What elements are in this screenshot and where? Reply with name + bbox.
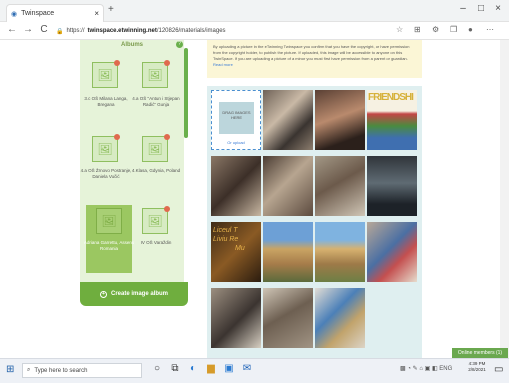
image-placeholder-icon: 🖼 <box>92 136 118 162</box>
favorite-star-icon[interactable]: ☆ <box>396 25 403 34</box>
album-caption: 4.a OŠ "Antun i Stjepan Radić" Gunja <box>132 96 180 107</box>
store-icon[interactable]: ▣ <box>222 363 236 374</box>
settings-icon[interactable]: ⚙ <box>432 25 439 34</box>
maximize-button[interactable]: □ <box>473 3 489 14</box>
taskbar-clock[interactable]: 4:39 PM 2/8/2021 <box>464 361 490 373</box>
address-input[interactable]: 🔒 https://twinspace.etwinning.net/120826… <box>56 25 356 37</box>
close-window-button[interactable]: × <box>490 3 506 14</box>
album-item[interactable]: 🖼 <box>96 208 122 234</box>
album-caption: Adriana Garrettu, Assens Romania <box>83 240 135 251</box>
gallery-photo[interactable] <box>263 222 313 282</box>
album-count-badge <box>114 60 120 66</box>
album-item[interactable]: 🖼 <box>92 136 118 162</box>
search-placeholder: Type here to search <box>34 367 88 374</box>
album-item[interactable]: 🖼 <box>142 136 168 162</box>
minimize-button[interactable]: – <box>455 3 471 14</box>
album-count-badge <box>164 60 170 66</box>
reload-button[interactable]: C <box>38 24 50 35</box>
gallery-photo[interactable] <box>315 90 365 150</box>
image-placeholder-icon: 🖼 <box>142 208 168 234</box>
plus-icon: + <box>99 290 107 298</box>
url-host: twinspace.etwinning.net <box>87 28 157 34</box>
forward-button[interactable]: → <box>22 24 34 35</box>
albums-title: Albums <box>120 42 143 48</box>
gallery-photo[interactable] <box>263 90 313 150</box>
tab-title: Twinspace <box>21 10 55 17</box>
image-placeholder-icon: 🖼 <box>96 208 122 234</box>
taskbar-search-input[interactable]: ⌕ Type here to search <box>22 363 142 378</box>
gallery-photo[interactable] <box>263 288 313 348</box>
image-placeholder-icon: 🖼 <box>92 62 118 88</box>
task-view-icon[interactable]: ⧉ <box>168 363 182 374</box>
url-path: /120826/materials/images <box>156 28 226 34</box>
album-caption: 4.Klasa, Gdynia, Poland <box>131 168 181 173</box>
create-album-label: Create image album <box>110 291 169 297</box>
edge-browser-icon[interactable]: ◐ <box>186 363 200 374</box>
notice-text: By uploading a picture in the eTwinning … <box>213 44 410 61</box>
gallery-photo[interactable] <box>263 156 313 216</box>
page-scrollbar[interactable] <box>500 40 509 358</box>
upload-link[interactable]: Or upload <box>211 140 261 145</box>
image-placeholder-icon: 🖼 <box>142 136 168 162</box>
copyright-notice: By uploading a picture in the eTwinning … <box>207 40 422 78</box>
help-icon[interactable]: ? <box>176 41 183 48</box>
url-prefix: https:// <box>66 28 85 34</box>
albums-scrollbar[interactable] <box>184 48 188 138</box>
friendship-text: FRIENDSHI <box>368 92 414 103</box>
album-caption: 4.a OŠ Žrnovo Postranje, Daniela Vučić <box>80 168 132 179</box>
album-item[interactable]: 🖼 <box>92 62 118 88</box>
album-count-badge <box>114 134 120 140</box>
create-album-button[interactable]: + Create image album <box>80 282 188 306</box>
new-tab-button[interactable]: + <box>108 4 114 15</box>
clock-date: 2/8/2021 <box>468 367 486 372</box>
album-item[interactable]: 🖼 <box>142 208 168 234</box>
more-menu-icon[interactable]: ⋯ <box>486 25 494 34</box>
gallery-photo[interactable] <box>315 288 365 348</box>
system-tray[interactable]: ▩ ◔ ✎ ⌂ ▣ ◧ ENG <box>400 365 452 372</box>
collections-icon[interactable]: ❒ <box>450 25 457 34</box>
gallery-photo[interactable] <box>315 222 365 282</box>
cortana-icon[interactable]: ○ <box>150 363 164 374</box>
school-sign-line-1: Liceul T <box>213 227 238 234</box>
tab-twinspace[interactable]: ◉ Twinspace × <box>6 4 104 22</box>
online-members-button[interactable]: Online members (1) <box>452 348 508 358</box>
gallery-photo[interactable] <box>211 288 261 348</box>
profile-icon[interactable]: ● <box>468 25 473 34</box>
gallery-photo[interactable] <box>367 156 417 216</box>
dropzone-label: DRAG IMAGES HERE <box>219 102 254 134</box>
album-count-badge <box>164 206 170 212</box>
windows-start-icon[interactable]: ⊞ <box>6 364 14 375</box>
album-item[interactable]: 🖼 <box>142 62 168 88</box>
read-more-link[interactable]: Read more <box>213 62 233 67</box>
album-caption: IV OŠ Varaždin <box>140 240 172 245</box>
mail-icon[interactable]: ✉ <box>240 363 254 374</box>
lock-icon: 🔒 <box>56 28 64 35</box>
image-placeholder-icon: 🖼 <box>142 62 168 88</box>
search-icon: ⌕ <box>27 367 31 373</box>
file-explorer-icon[interactable]: ▆ <box>204 363 218 374</box>
school-sign-line-2: Liviu Re <box>213 236 239 243</box>
album-count-badge <box>164 134 170 140</box>
language-indicator[interactable]: ENG <box>439 366 452 372</box>
back-button[interactable]: ← <box>6 24 18 35</box>
tab-favicon-icon: ◉ <box>11 10 18 18</box>
album-caption: 3.c OŠ Milana Langa, Bregana <box>84 96 128 107</box>
school-sign-line-3: Mu <box>235 245 245 252</box>
gallery-photo[interactable] <box>367 222 417 282</box>
gallery-photo[interactable] <box>315 156 365 216</box>
extension-icon[interactable]: ⊞ <box>414 25 421 34</box>
gallery-photo[interactable] <box>211 156 261 216</box>
tab-close-icon[interactable]: × <box>94 9 99 18</box>
notification-icon[interactable]: ▭ <box>494 364 503 375</box>
school-sign-text: Liceul T Liviu Re Mu <box>213 226 245 253</box>
